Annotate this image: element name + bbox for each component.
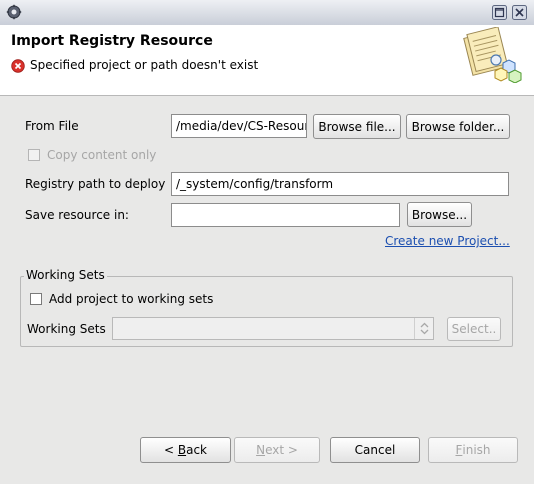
error-icon bbox=[11, 59, 25, 73]
add-project-label: Add project to working sets bbox=[49, 292, 214, 306]
back-button[interactable]: < Back bbox=[140, 437, 231, 463]
page-title: Import Registry Resource bbox=[11, 33, 213, 49]
browse-button[interactable]: Browse... bbox=[407, 202, 472, 227]
add-project-checkbox[interactable] bbox=[30, 293, 42, 305]
working-sets-group-title: Working Sets bbox=[24, 268, 107, 282]
save-resource-label: Save resource in: bbox=[25, 208, 129, 222]
back-rest: ack bbox=[186, 443, 207, 457]
from-file-input[interactable]: /media/dev/CS-Resour bbox=[171, 114, 307, 138]
browse-file-button[interactable]: Browse file... bbox=[313, 114, 401, 139]
window-menu-icon[interactable] bbox=[6, 4, 22, 20]
wizard-banner-icon bbox=[458, 26, 524, 84]
create-project-link[interactable]: Create new Project... bbox=[385, 234, 510, 248]
back-mnemonic: B bbox=[177, 443, 187, 457]
next-rest: ext > bbox=[265, 443, 298, 457]
maximize-icon[interactable] bbox=[492, 5, 507, 20]
window-titlebar bbox=[0, 0, 534, 26]
from-file-label: From File bbox=[25, 119, 79, 133]
working-sets-label: Working Sets bbox=[27, 322, 106, 336]
wizard-header: Import Registry Resource Specified proje… bbox=[0, 25, 534, 96]
finish-mnemonic: F bbox=[455, 443, 463, 457]
finish-button[interactable]: Finish bbox=[428, 437, 518, 463]
error-message: Specified project or path doesn't exist bbox=[30, 58, 259, 72]
next-button[interactable]: Next > bbox=[234, 437, 320, 463]
registry-path-input[interactable]: /_system/config/transform bbox=[171, 172, 509, 196]
working-sets-combo[interactable] bbox=[112, 317, 434, 340]
copy-content-checkbox[interactable] bbox=[28, 149, 40, 161]
browse-folder-button[interactable]: Browse folder... bbox=[406, 114, 510, 139]
finish-rest: inish bbox=[462, 443, 491, 457]
back-prefix: < bbox=[163, 443, 178, 457]
next-mnemonic: N bbox=[256, 443, 266, 457]
close-window-icon[interactable] bbox=[512, 5, 527, 20]
save-resource-input[interactable] bbox=[171, 203, 400, 227]
select-button[interactable]: Select.. bbox=[447, 317, 501, 341]
cancel-button[interactable]: Cancel bbox=[330, 437, 420, 463]
combo-spinner-icon bbox=[414, 318, 434, 339]
registry-path-label: Registry path to deploy bbox=[25, 177, 166, 191]
copy-content-label: Copy content only bbox=[47, 148, 157, 162]
